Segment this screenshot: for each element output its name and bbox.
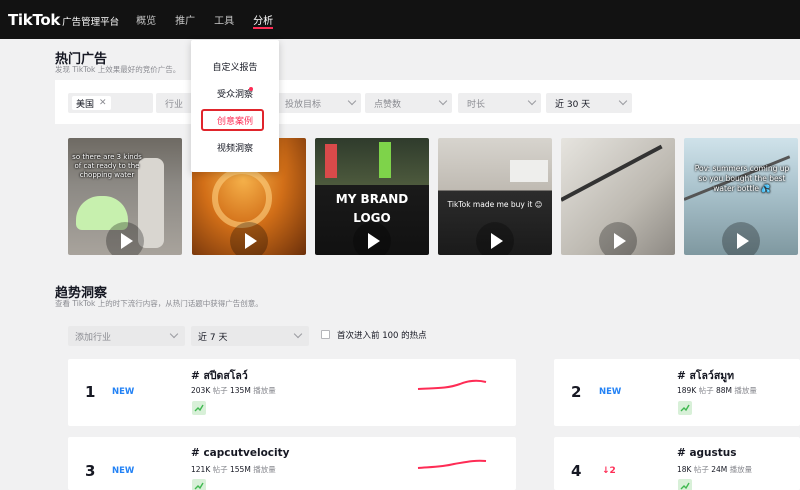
play-icon[interactable] [106, 222, 144, 255]
chevron-down-icon [527, 96, 537, 106]
trend-hashtag: # สปีดสโลว์ [191, 370, 248, 382]
play-icon[interactable] [476, 222, 514, 255]
tiktok-ads-logo[interactable]: TikTok 广告管理平台 [8, 11, 119, 29]
duration-select-label: 时长 [467, 99, 486, 110]
stair-railing-shape [561, 144, 663, 202]
trends-subtitle: 查看 TikTok 上的时下流行内容，从热门话题中获得广告创意。 [55, 299, 263, 308]
industry-select[interactable]: 行业 [156, 93, 194, 113]
trend-rank: 4 [571, 462, 582, 480]
play-icon[interactable] [230, 222, 268, 255]
logo-subtitle: 广告管理平台 [62, 16, 120, 28]
likes-select[interactable]: 点赞数 [365, 93, 452, 113]
trend-stats: 18K 帖子 24M 播放量 [677, 465, 753, 474]
ad-caption: Pov: summers coming up so you bought the… [694, 164, 790, 193]
ad-card[interactable]: MY BRAND LOGO [315, 138, 429, 255]
ad-card[interactable]: so there are 3 kinds of cat ready to the… [68, 138, 182, 255]
trend-new-badge: NEW [599, 387, 622, 397]
logo-wordmark: TikTok [8, 10, 61, 29]
ad-caption: TikTok made me buy it 😊 [447, 200, 543, 209]
region-tag-label: 美国 [76, 99, 95, 110]
ad-card[interactable]: Pov: summers coming up so you bought the… [684, 138, 798, 255]
duration-select[interactable]: 时长 [458, 93, 541, 113]
nav-item-tools[interactable]: 工具 [214, 0, 234, 39]
nav-item-overview[interactable]: 概览 [136, 0, 156, 39]
ring-shape [212, 168, 272, 228]
chevron-down-icon [347, 96, 357, 106]
trend-period-label: 近 7 天 [198, 332, 228, 343]
period-select[interactable]: 近 30 天 [546, 93, 632, 113]
period-select-label: 近 30 天 [555, 99, 591, 110]
top-ads-filter-panel: 美国 ✕ 行业 投放目标 点赞数 时长 近 30 天 [55, 80, 800, 124]
top-ads-subtitle: 发现 TikTok 上效果最好的竞价广告。 [55, 65, 181, 74]
trend-industry-select[interactable]: 添加行业 [68, 326, 185, 346]
menu-item-audience-insights[interactable]: 受众洞察 [191, 87, 279, 100]
chevron-down-icon [438, 96, 448, 106]
nav-item-campaign[interactable]: 推广 [175, 0, 195, 39]
trend-new-badge: NEW [112, 466, 135, 476]
objective-select-label: 投放目标 [285, 99, 322, 110]
trend-stats: 203K 帖子 135M 播放量 [191, 386, 276, 395]
trend-hashtag: # agustus [677, 447, 737, 459]
trend-stats: 189K 帖子 88M 播放量 [677, 386, 757, 395]
region-tag: 美国 ✕ [72, 96, 111, 110]
trend-hashtag: # สโลว์สมูท [677, 370, 735, 382]
ad-card[interactable]: TikTok made me buy it 😊 [438, 138, 552, 255]
close-icon[interactable]: ✕ [99, 98, 107, 108]
highlight-box [201, 109, 264, 131]
trend-rank-change: ↓2 [602, 466, 616, 476]
trend-card[interactable]: 2 NEW # สโลว์สมูท 189K 帖子 88M 播放量 [554, 359, 800, 426]
trend-up-icon [192, 401, 206, 415]
trend-rank: 3 [85, 462, 96, 480]
likes-select-label: 点赞数 [374, 99, 402, 110]
trend-card[interactable]: 1 NEW # สปีดสโลว์ 203K 帖子 135M 播放量 [68, 359, 516, 426]
chevron-down-icon [293, 329, 303, 339]
trend-up-icon [192, 479, 206, 490]
ac-unit-shape [510, 160, 548, 182]
first-top100-checkbox[interactable] [321, 330, 330, 339]
trend-rank: 1 [85, 383, 96, 401]
trend-rank: 2 [571, 383, 582, 401]
objective-select[interactable]: 投放目标 [276, 93, 361, 113]
trend-period-select[interactable]: 近 7 天 [191, 326, 309, 346]
toy-figure-shape [379, 142, 391, 178]
trend-stats: 121K 帖子 155M 播放量 [191, 465, 276, 474]
chevron-down-icon [618, 96, 628, 106]
main-nav: 概览 推广 工具 分析 [136, 0, 292, 39]
first-top100-label: 首次进入前 100 的热点 [337, 331, 427, 341]
notification-dot [249, 87, 253, 91]
trend-new-badge: NEW [112, 387, 135, 397]
ad-caption: so there are 3 kinds of cat ready to the… [72, 153, 142, 179]
chevron-down-icon [169, 329, 179, 339]
trend-card[interactable]: 4 ↓2 # agustus 18K 帖子 24M 播放量 [554, 437, 800, 490]
play-icon[interactable] [722, 222, 760, 255]
toy-figure-shape [325, 144, 337, 178]
ad-card[interactable] [561, 138, 675, 255]
menu-item-custom-report[interactable]: 自定义报告 [191, 60, 279, 73]
trend-up-icon [678, 401, 692, 415]
trend-industry-placeholder: 添加行业 [75, 332, 112, 343]
analytics-dropdown-menu: 自定义报告 受众洞察 创意案例 视频洞察 [191, 40, 279, 172]
trend-up-icon [678, 479, 692, 490]
trend-sparkline [417, 379, 487, 390]
top-navigation-bar: TikTok 广告管理平台 概览 推广 工具 分析 [0, 0, 800, 39]
trend-card[interactable]: 3 NEW # capcutvelocity 121K 帖子 155M 播放量 [68, 437, 516, 490]
industry-select-label: 行业 [165, 99, 184, 110]
trend-hashtag: # capcutvelocity [191, 447, 290, 459]
nav-item-analytics[interactable]: 分析 [253, 0, 274, 39]
play-icon[interactable] [599, 222, 637, 255]
menu-item-video-insights[interactable]: 视频洞察 [191, 141, 279, 154]
trend-sparkline [417, 459, 487, 469]
play-icon[interactable] [353, 222, 391, 255]
region-select[interactable]: 美国 ✕ [68, 93, 153, 113]
